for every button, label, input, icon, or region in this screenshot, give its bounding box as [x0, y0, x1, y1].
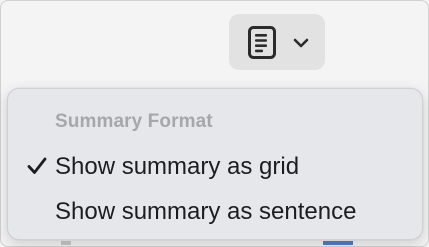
menu-item-label: Show summary as sentence: [55, 198, 357, 225]
checkmark-icon: [27, 157, 47, 174]
summary-format-menu: Summary Format Show summary as grid Show…: [7, 88, 423, 240]
summary-format-button[interactable]: [229, 14, 325, 70]
background-content: [61, 241, 71, 245]
menu-header: Summary Format: [55, 111, 213, 132]
menu-item-label: Show summary as grid: [55, 153, 300, 180]
chevron-down-icon[interactable]: [293, 38, 309, 48]
document-list-icon: [248, 26, 276, 59]
menu-item-show-summary-as-sentence[interactable]: Show summary as sentence: [14, 191, 416, 231]
background-content: [323, 241, 353, 245]
menu-item-show-summary-as-grid[interactable]: Show summary as grid: [14, 146, 416, 186]
